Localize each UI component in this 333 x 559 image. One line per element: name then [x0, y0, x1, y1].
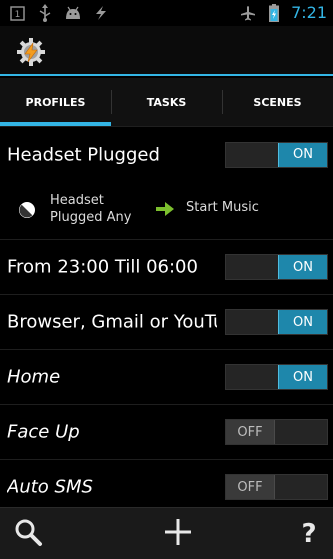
profile-detail: Headset Plugged Any Start Music	[0, 182, 333, 240]
profile-title: Home	[7, 366, 61, 388]
status-time: 7:21	[291, 3, 327, 22]
toggle-state: ON	[278, 365, 327, 389]
profile-toggle-night[interactable]: ON	[225, 254, 328, 280]
profile-row-face-up[interactable]: Face Up OFF	[0, 405, 333, 460]
airplane-mode-icon	[239, 4, 257, 22]
usb-icon	[36, 4, 54, 22]
help-button[interactable]: ?	[291, 516, 327, 552]
profile-row-auto-sms[interactable]: Auto SMS OFF	[0, 460, 333, 507]
profile-toggle-home[interactable]: ON	[225, 364, 328, 390]
profile-title: Headset Plugged	[7, 144, 160, 165]
tab-scenes[interactable]: SCENES	[222, 78, 333, 126]
tab-scenes-label: SCENES	[253, 95, 302, 109]
tab-profiles-label: PROFILES	[25, 95, 86, 109]
notification-box-icon: 1	[8, 4, 26, 22]
lightning-icon	[92, 4, 110, 22]
profile-toggle-headset-plugged[interactable]: ON	[225, 141, 328, 168]
profile-title: Auto SMS	[7, 476, 93, 498]
profile-title: Browser, Gmail or YouTube	[7, 311, 217, 333]
profile-list: Headset Plugged ON Headset Plugged Any S…	[0, 127, 333, 507]
tab-tasks[interactable]: TASKS	[111, 78, 222, 126]
battery-charging-icon	[265, 3, 283, 22]
context-label-line2: Plugged Any	[50, 210, 132, 225]
action-bar	[0, 26, 333, 76]
context-label-line1: Headset	[50, 193, 104, 208]
notification-count: 1	[14, 10, 20, 20]
toggle-state: ON	[278, 255, 327, 279]
profile-toggle-auto-sms[interactable]: OFF	[225, 474, 328, 500]
search-button[interactable]	[10, 516, 46, 552]
action-bar-accent-line	[0, 74, 333, 76]
task-label[interactable]: Start Music	[186, 200, 259, 215]
tab-tasks-label: TASKS	[146, 95, 187, 109]
tab-profiles[interactable]: PROFILES	[0, 78, 111, 126]
tasker-gear-bolt-icon[interactable]	[16, 37, 46, 67]
tab-bar: PROFILES TASKS SCENES	[0, 78, 333, 126]
toggle-state: OFF	[226, 420, 275, 444]
profile-toggle-face-up[interactable]: OFF	[225, 419, 328, 445]
search-icon	[13, 517, 43, 551]
status-bar-right: 7:21	[239, 3, 327, 22]
help-icon: ?	[301, 519, 317, 549]
half-circle-context-icon[interactable]	[18, 201, 36, 219]
context-label[interactable]: Headset Plugged Any	[50, 192, 131, 226]
green-arrow-icon	[155, 201, 175, 217]
toggle-state: ON	[278, 310, 327, 334]
profile-row-headset-plugged[interactable]: Headset Plugged ON Headset Plugged Any S…	[0, 127, 333, 240]
profile-toggle-browser[interactable]: ON	[225, 309, 328, 335]
android-icon	[64, 4, 82, 22]
profile-row-night[interactable]: From 23:00 Till 06:00 ON	[0, 240, 333, 295]
plus-icon	[163, 517, 193, 551]
profile-row-browser[interactable]: Browser, Gmail or YouTube ON	[0, 295, 333, 350]
bottom-bar: ?	[0, 507, 333, 559]
toggle-state: ON	[278, 142, 327, 167]
toggle-state: OFF	[226, 475, 275, 499]
profile-title: From 23:00 Till 06:00	[7, 256, 198, 278]
profile-title: Face Up	[7, 421, 80, 443]
status-bar-left: 1	[8, 4, 110, 22]
profile-row-home[interactable]: Home ON	[0, 350, 333, 405]
add-profile-button[interactable]	[160, 516, 196, 552]
status-bar: 1 7:21	[0, 0, 333, 26]
